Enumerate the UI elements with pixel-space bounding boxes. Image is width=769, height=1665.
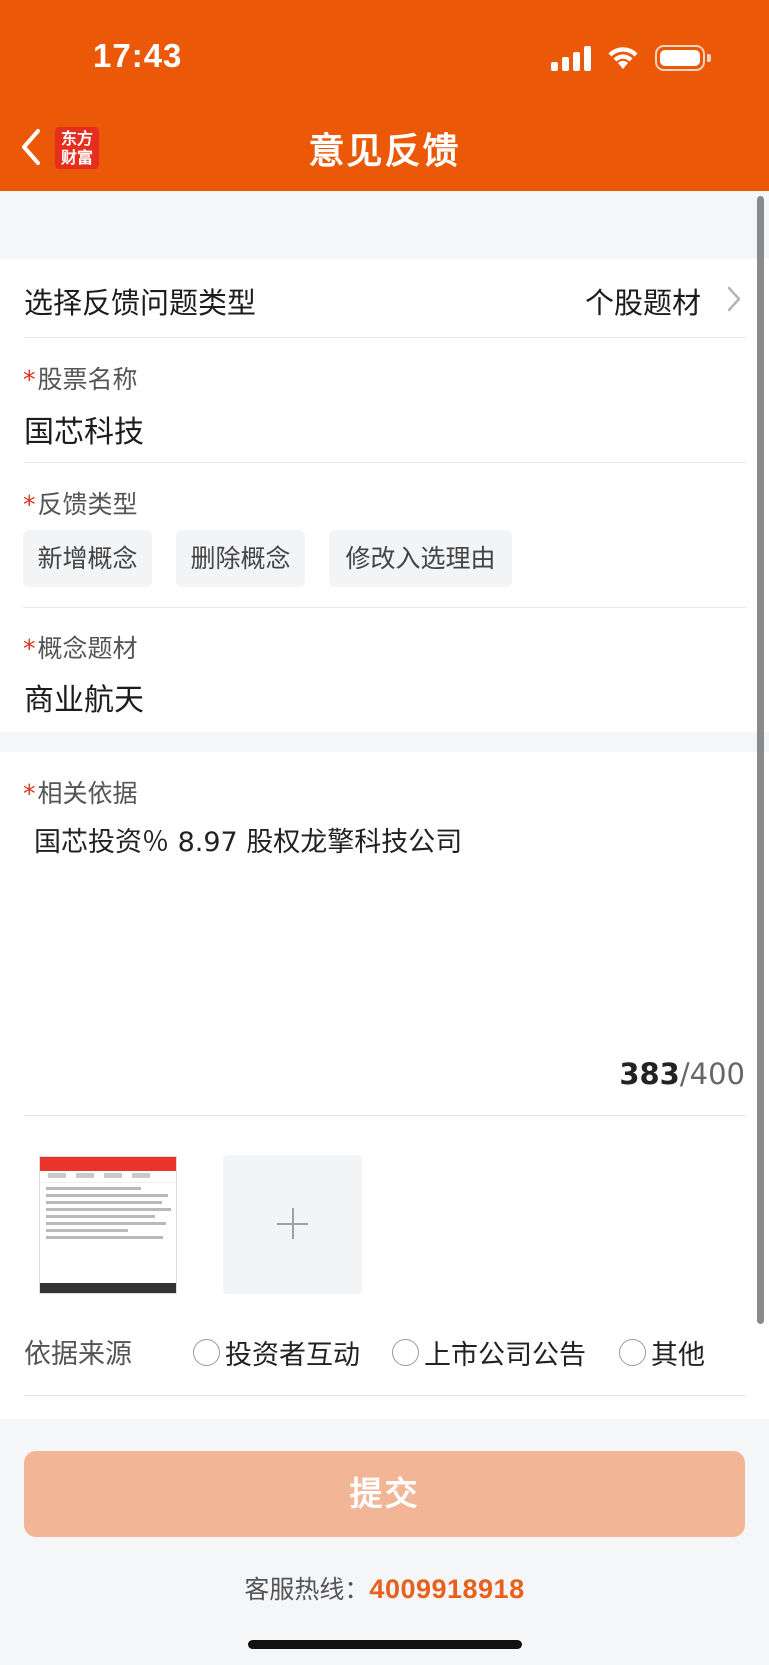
battery-icon	[655, 45, 711, 71]
feedback-category-label: *反馈类型	[23, 490, 138, 519]
concept-label: *概念题材	[23, 634, 138, 663]
divider	[23, 607, 746, 608]
radio-circle-icon	[193, 1339, 220, 1366]
feedback-type-selector[interactable]: 选择反馈问题类型 个股题材	[0, 259, 769, 338]
chevron-right-icon	[727, 286, 741, 312]
home-indicator[interactable]	[248, 1640, 522, 1649]
concept-value[interactable]: 商业航天	[24, 675, 144, 719]
thumbnail-footer	[40, 1283, 176, 1293]
radio-circle-icon	[619, 1339, 646, 1366]
page-title: 意见反馈	[308, 131, 461, 172]
chip-remove-concept[interactable]: 删除概念	[176, 530, 305, 587]
divider	[23, 337, 746, 338]
evidence-label: *相关依据	[23, 779, 138, 808]
thumbnail-tabs	[40, 1171, 176, 1183]
radio-investor-interaction[interactable]: 投资者互动	[193, 1333, 360, 1372]
radio-circle-icon	[392, 1339, 419, 1366]
wifi-icon	[608, 47, 638, 69]
feedback-type-selector-value: 个股题材	[584, 286, 701, 320]
hotline-number[interactable]: 4009918918	[369, 1574, 524, 1604]
submit-button[interactable]: 提交	[24, 1451, 745, 1537]
scrollbar[interactable]	[757, 196, 764, 1324]
add-image-icon[interactable]	[223, 1155, 362, 1294]
uploaded-image-thumbnail[interactable]	[39, 1156, 177, 1294]
radio-other[interactable]: 其他	[619, 1333, 705, 1372]
stock-name-label: *股票名称	[23, 365, 138, 394]
status-icons	[551, 43, 711, 73]
feedback-form-card: 选择反馈问题类型 个股题材 *股票名称 国芯科技 *反馈类型 *概念题材 商业航…	[0, 259, 769, 732]
divider	[23, 462, 746, 463]
header: 17:43 东方 财富 意见反馈	[0, 0, 769, 191]
stock-name-value[interactable]: 国芯科技	[24, 407, 144, 451]
evidence-textarea[interactable]: 国芯投资％ 8.97 股权龙擎科技公司	[34, 820, 462, 859]
chip-add-concept[interactable]: 新增概念	[23, 530, 152, 587]
status-time: 17:43	[93, 37, 183, 74]
divider	[23, 1115, 746, 1116]
divider	[23, 1395, 746, 1396]
char-counter: 383/400	[619, 1057, 745, 1091]
customer-service-hotline: 客服热线：4009918918	[244, 1574, 525, 1604]
chip-modify-reason[interactable]: 修改入选理由	[329, 530, 512, 587]
signal-icon	[551, 45, 591, 71]
radio-company-announcement[interactable]: 上市公司公告	[392, 1333, 586, 1372]
feedback-type-selector-label: 选择反馈问题类型	[24, 286, 257, 320]
source-label: 依据来源	[24, 1339, 132, 1370]
thumbnail-header	[40, 1157, 176, 1171]
